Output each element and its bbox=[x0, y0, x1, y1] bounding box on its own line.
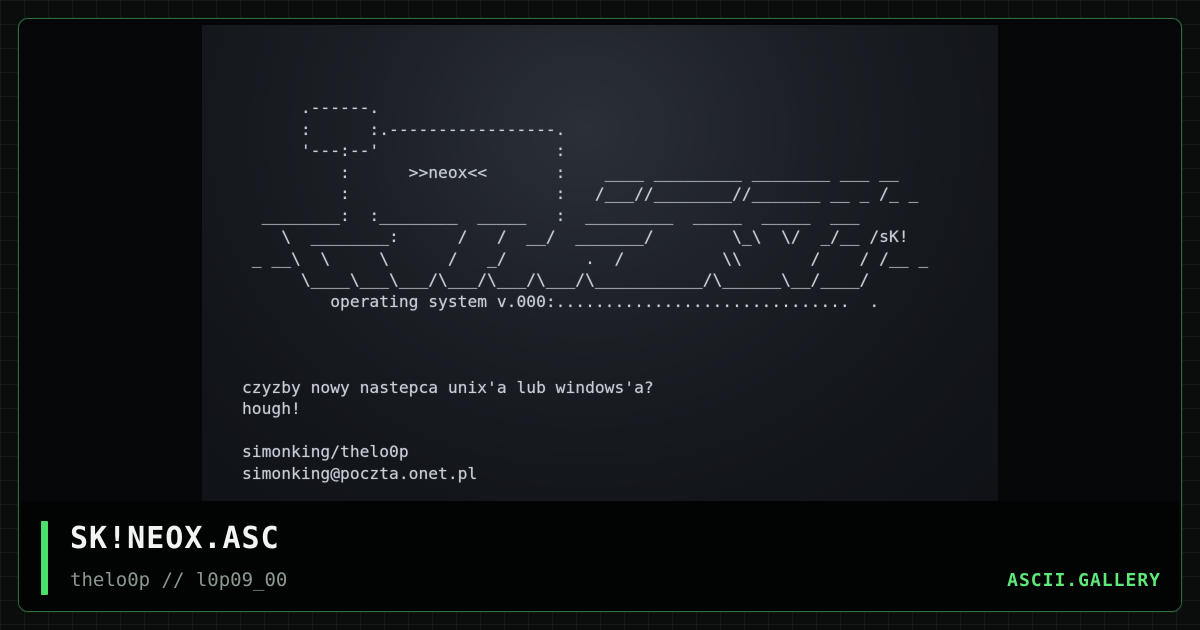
ascii-art-text: .------. : :.-----------------. '---:--'… bbox=[242, 98, 929, 483]
site-brand: ASCII.GALLERY bbox=[1007, 570, 1161, 591]
ascii-art-screenshot: .------. : :.-----------------. '---:--'… bbox=[202, 25, 998, 501]
artwork-subtitle: thelo0p // l0p09_00 bbox=[70, 569, 288, 591]
artwork-card: .------. : :.-----------------. '---:--'… bbox=[18, 18, 1182, 612]
card-footer: SK!NEOX.ASC thelo0p // l0p09_00 ASCII.GA… bbox=[19, 501, 1181, 611]
artwork-title: SK!NEOX.ASC bbox=[70, 521, 280, 556]
accent-bar bbox=[41, 521, 48, 595]
